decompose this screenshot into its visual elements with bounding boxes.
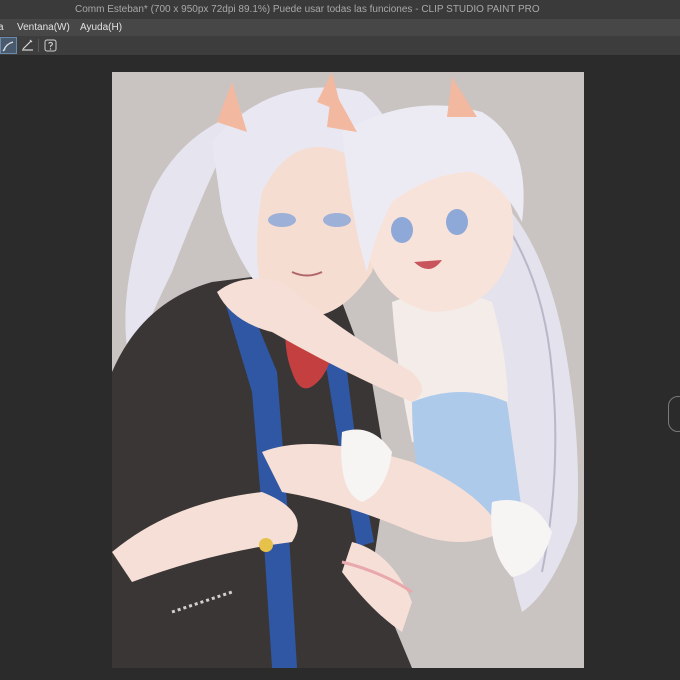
ruler-pen-button[interactable] [19,37,36,54]
menu-item-partial[interactable]: a [0,22,4,33]
anime-illustration [112,72,578,668]
menu-bar: a Ventana(W) Ayuda(H) [0,19,680,36]
window-title: Comm Esteban* (700 x 950px 72dpi 89.1%) … [75,4,540,15]
command-bar [0,36,680,56]
brush-stroke-button[interactable] [0,37,17,54]
help-button[interactable] [42,37,59,54]
menu-item-ayuda[interactable]: Ayuda(H) [80,22,122,33]
menu-item-ventana[interactable]: Ventana(W) [17,22,70,33]
artwork-canvas[interactable] [112,72,584,668]
title-bar: Comm Esteban* (700 x 950px 72dpi 89.1%) … [0,0,680,19]
ruler-pen-icon [22,39,33,51]
toolbar-divider [38,39,39,52]
help-icon [44,39,57,52]
panel-collapse-handle[interactable] [668,396,680,432]
brush-stroke-icon [2,41,14,52]
